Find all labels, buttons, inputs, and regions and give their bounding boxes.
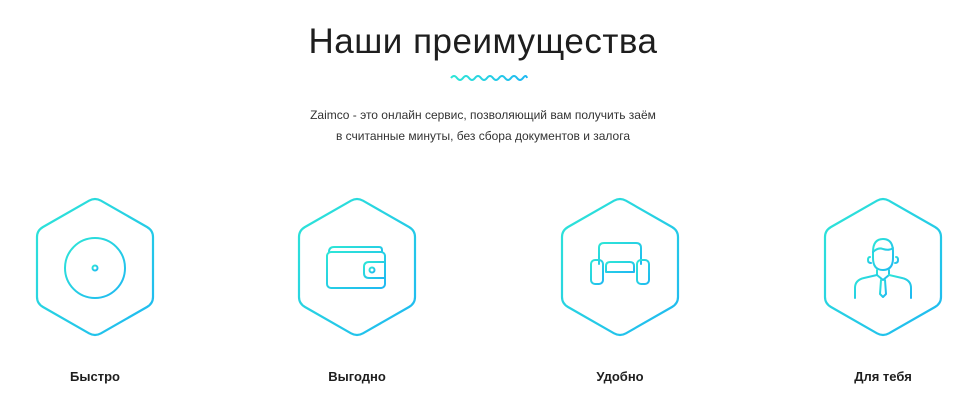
feature-label: Для тебя (854, 369, 912, 384)
description-line-1: Zaimco - это онлайн сервис, позволяющий … (310, 108, 656, 122)
section-description: Zaimco - это онлайн сервис, позволяющий … (0, 105, 966, 147)
description-line-2: в считанные минуты, без сбора документов… (335, 129, 631, 143)
clock-icon (64, 237, 126, 299)
feature-for-you: Для тебя (803, 195, 963, 395)
wallet-icon (326, 246, 386, 289)
armchair-icon (590, 242, 650, 295)
feature-label: Выгодно (328, 369, 386, 384)
feature-fast: Быстро (15, 195, 175, 395)
feature-profitable: Выгодно (277, 195, 437, 395)
person-icon (854, 238, 912, 299)
feature-label: Удобно (596, 369, 644, 384)
wave-divider (450, 75, 528, 81)
section-title: Наши преимущества (308, 22, 658, 61)
feature-label: Быстро (70, 369, 120, 384)
feature-convenient: Удобно (540, 195, 700, 395)
features-list: Быстро Выгодно Удобно Для тебя (0, 195, 966, 395)
